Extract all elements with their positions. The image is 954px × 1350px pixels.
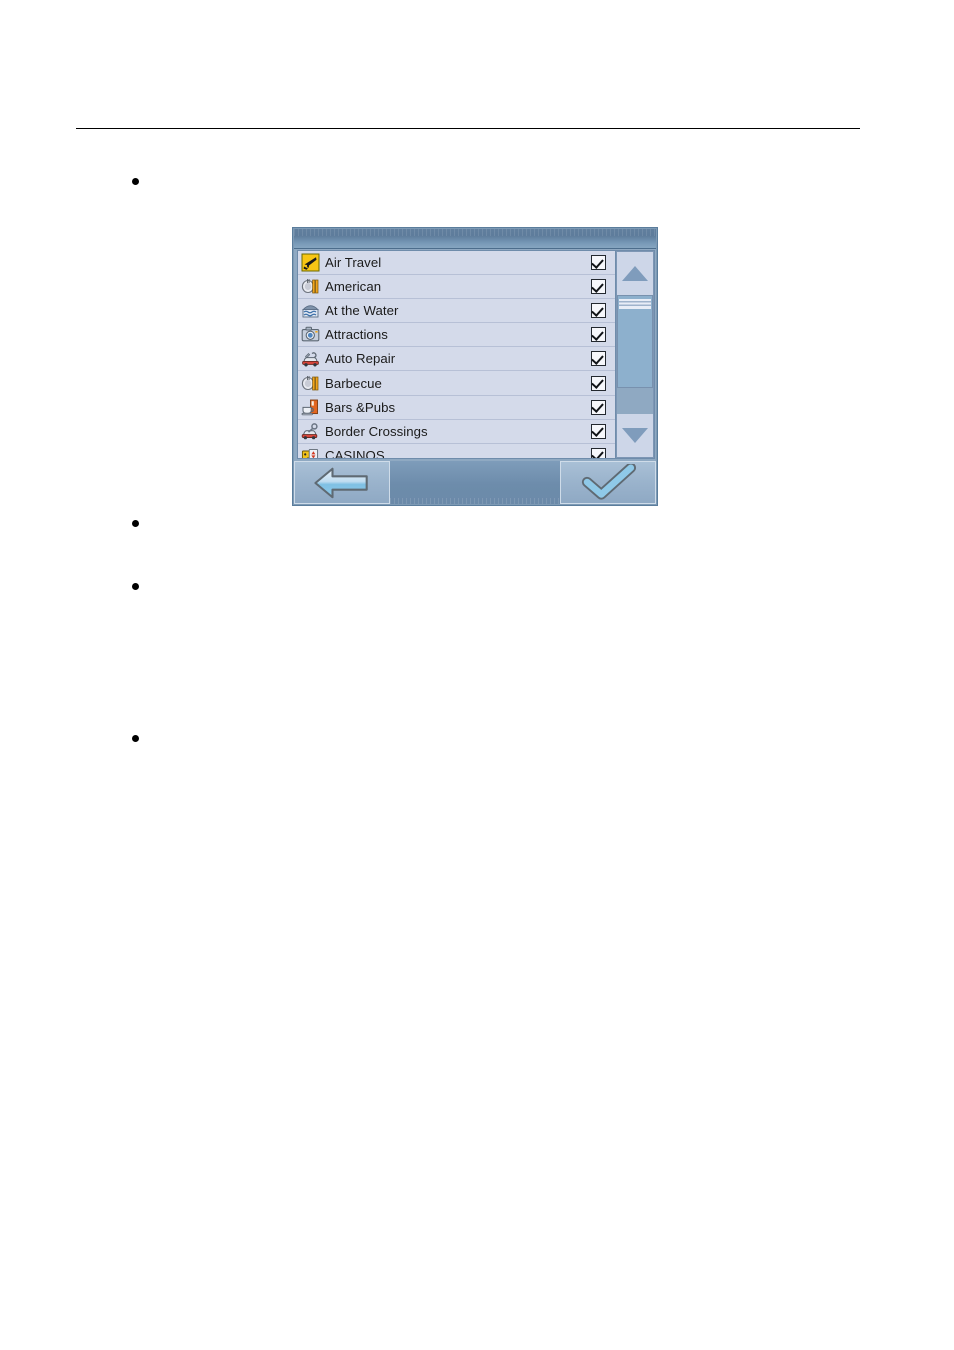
category-checkbox[interactable] <box>591 255 606 271</box>
category-label: Attractions <box>325 327 388 343</box>
category-label: Bars &Pubs <box>325 399 396 415</box>
car-repair-icon <box>301 349 320 368</box>
category-label: At the Water <box>325 303 399 319</box>
car-repair-icon <box>302 352 319 367</box>
camera-icon <box>301 327 320 342</box>
restaurant-icon <box>301 277 320 296</box>
category-label: Auto Repair <box>325 351 396 367</box>
restaurant-icon <box>301 279 319 294</box>
drink-cup-icon <box>301 399 318 415</box>
restaurant-icon <box>301 374 320 393</box>
camera-icon <box>301 325 320 344</box>
category-checkbox[interactable] <box>591 375 606 391</box>
document-page: Air Travel American At the Water Attraction… <box>0 0 954 1350</box>
category-checkbox[interactable] <box>591 351 606 367</box>
category-label: American <box>325 279 382 295</box>
category-row[interactable]: Border Crossings <box>298 420 615 444</box>
category-checkbox[interactable] <box>591 423 606 439</box>
triangle-down-icon <box>622 428 648 443</box>
back-button[interactable] <box>294 461 390 504</box>
checkmark-icon <box>581 463 637 500</box>
header-rule <box>76 128 860 129</box>
category-row[interactable]: Air Travel <box>298 251 615 276</box>
category-checkbox[interactable] <box>591 447 606 458</box>
bullet-point-3 <box>132 583 139 590</box>
car-border-icon <box>301 422 320 441</box>
category-label: Border Crossings <box>325 423 428 439</box>
category-row[interactable]: CASINOS <box>298 444 615 458</box>
category-row[interactable]: Barbecue <box>298 371 615 396</box>
category-row[interactable]: American <box>298 275 615 300</box>
bullet-point-1 <box>132 178 139 185</box>
gps-device-screenshot: Air Travel American At the Water Attraction… <box>292 227 658 506</box>
drink-cup-icon <box>301 398 320 417</box>
category-checkbox[interactable] <box>591 399 606 415</box>
bullet-point-2 <box>132 520 139 527</box>
restaurant-icon <box>301 375 319 390</box>
scrollbar-track[interactable] <box>616 295 654 414</box>
scroll-down-button[interactable] <box>616 414 654 458</box>
airplane-icon <box>301 253 320 272</box>
category-row[interactable]: Attractions <box>298 323 615 348</box>
casino-cards-icon <box>301 446 320 458</box>
category-row[interactable]: Bars &Pubs <box>298 396 615 420</box>
category-label: CASINOS <box>325 447 385 458</box>
scrollbar-grip-icon <box>619 299 651 309</box>
category-row[interactable]: At the Water <box>298 299 615 324</box>
category-checkbox[interactable] <box>591 279 606 295</box>
list-scrollbar[interactable] <box>615 251 654 458</box>
triangle-up-icon <box>622 266 648 281</box>
scrollbar-thumb[interactable] <box>617 295 653 388</box>
category-label: Barbecue <box>325 375 382 391</box>
category-label: Air Travel <box>325 255 382 271</box>
car-border-icon <box>301 422 318 440</box>
airplane-icon <box>301 253 320 272</box>
device-bottom-toolbar <box>294 461 656 504</box>
category-list[interactable]: Air Travel American At the Water Attraction… <box>298 251 615 458</box>
back-arrow-icon <box>314 467 368 498</box>
water-icon <box>302 305 319 318</box>
device-title-bar <box>294 229 656 249</box>
category-row[interactable]: Auto Repair <box>298 347 615 372</box>
category-checkbox[interactable] <box>591 303 606 319</box>
scroll-up-button[interactable] <box>616 251 654 295</box>
category-checkbox[interactable] <box>591 327 606 343</box>
bullet-point-4 <box>132 735 139 742</box>
casino-cards-icon <box>301 448 319 458</box>
category-list-area: Air Travel American At the Water Attraction… <box>297 250 655 459</box>
water-icon <box>301 301 320 320</box>
ok-confirm-button[interactable] <box>560 461 656 504</box>
